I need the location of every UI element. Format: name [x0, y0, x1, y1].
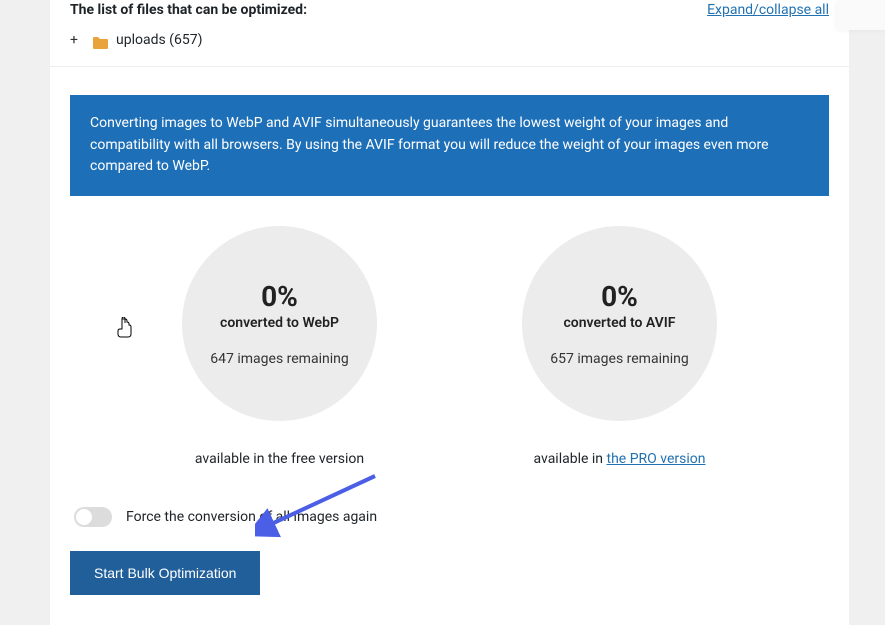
file-list-header: The list of files that can be optimized:… [70, 0, 829, 26]
webp-progress-circle: 0% converted to WebP 647 images remainin… [182, 226, 377, 421]
availability-row: available in the free version available … [70, 451, 829, 467]
avif-progress-circle: 0% converted to AVIF 657 images remainin… [522, 226, 717, 421]
webp-remaining: 647 images remaining [210, 351, 348, 367]
stats-row: 0% converted to WebP 647 images remainin… [70, 226, 829, 421]
folder-icon [92, 34, 108, 47]
file-list-title: The list of files that can be optimized: [70, 2, 307, 18]
webp-percent: 0% [261, 280, 298, 313]
sidebar-widget [837, 0, 885, 30]
folder-name: uploads (657) [116, 32, 202, 48]
pro-version-link[interactable]: the PRO version [607, 451, 706, 467]
webp-label: converted to WebP [220, 315, 339, 331]
avif-stat-block: 0% converted to AVIF 657 images remainin… [490, 226, 750, 421]
avif-availability-prefix: available in [534, 451, 607, 467]
force-conversion-label: Force the conversion of all images again [126, 509, 377, 525]
force-conversion-row: Force the conversion of all images again [70, 507, 829, 527]
info-banner: Converting images to WebP and AVIF simul… [70, 95, 829, 196]
avif-label: converted to AVIF [563, 315, 675, 331]
expand-icon[interactable]: + [70, 32, 84, 48]
avif-percent: 0% [601, 280, 638, 313]
content-inner: Converting images to WebP and AVIF simul… [50, 95, 849, 625]
avif-remaining: 657 images remaining [550, 351, 688, 367]
expand-collapse-link[interactable]: Expand/collapse all [707, 2, 829, 18]
main-panel: The list of files that can be optimized:… [50, 0, 849, 625]
webp-availability: available in the free version [150, 451, 410, 467]
avif-availability: available in the PRO version [490, 451, 750, 467]
webp-stat-block: 0% converted to WebP 647 images remainin… [150, 226, 410, 421]
folder-row[interactable]: + uploads (657) [70, 32, 829, 48]
file-list-section: The list of files that can be optimized:… [50, 0, 849, 67]
start-bulk-optimization-button[interactable]: Start Bulk Optimization [70, 551, 260, 595]
force-conversion-toggle[interactable] [74, 507, 112, 527]
toggle-knob [76, 509, 92, 525]
